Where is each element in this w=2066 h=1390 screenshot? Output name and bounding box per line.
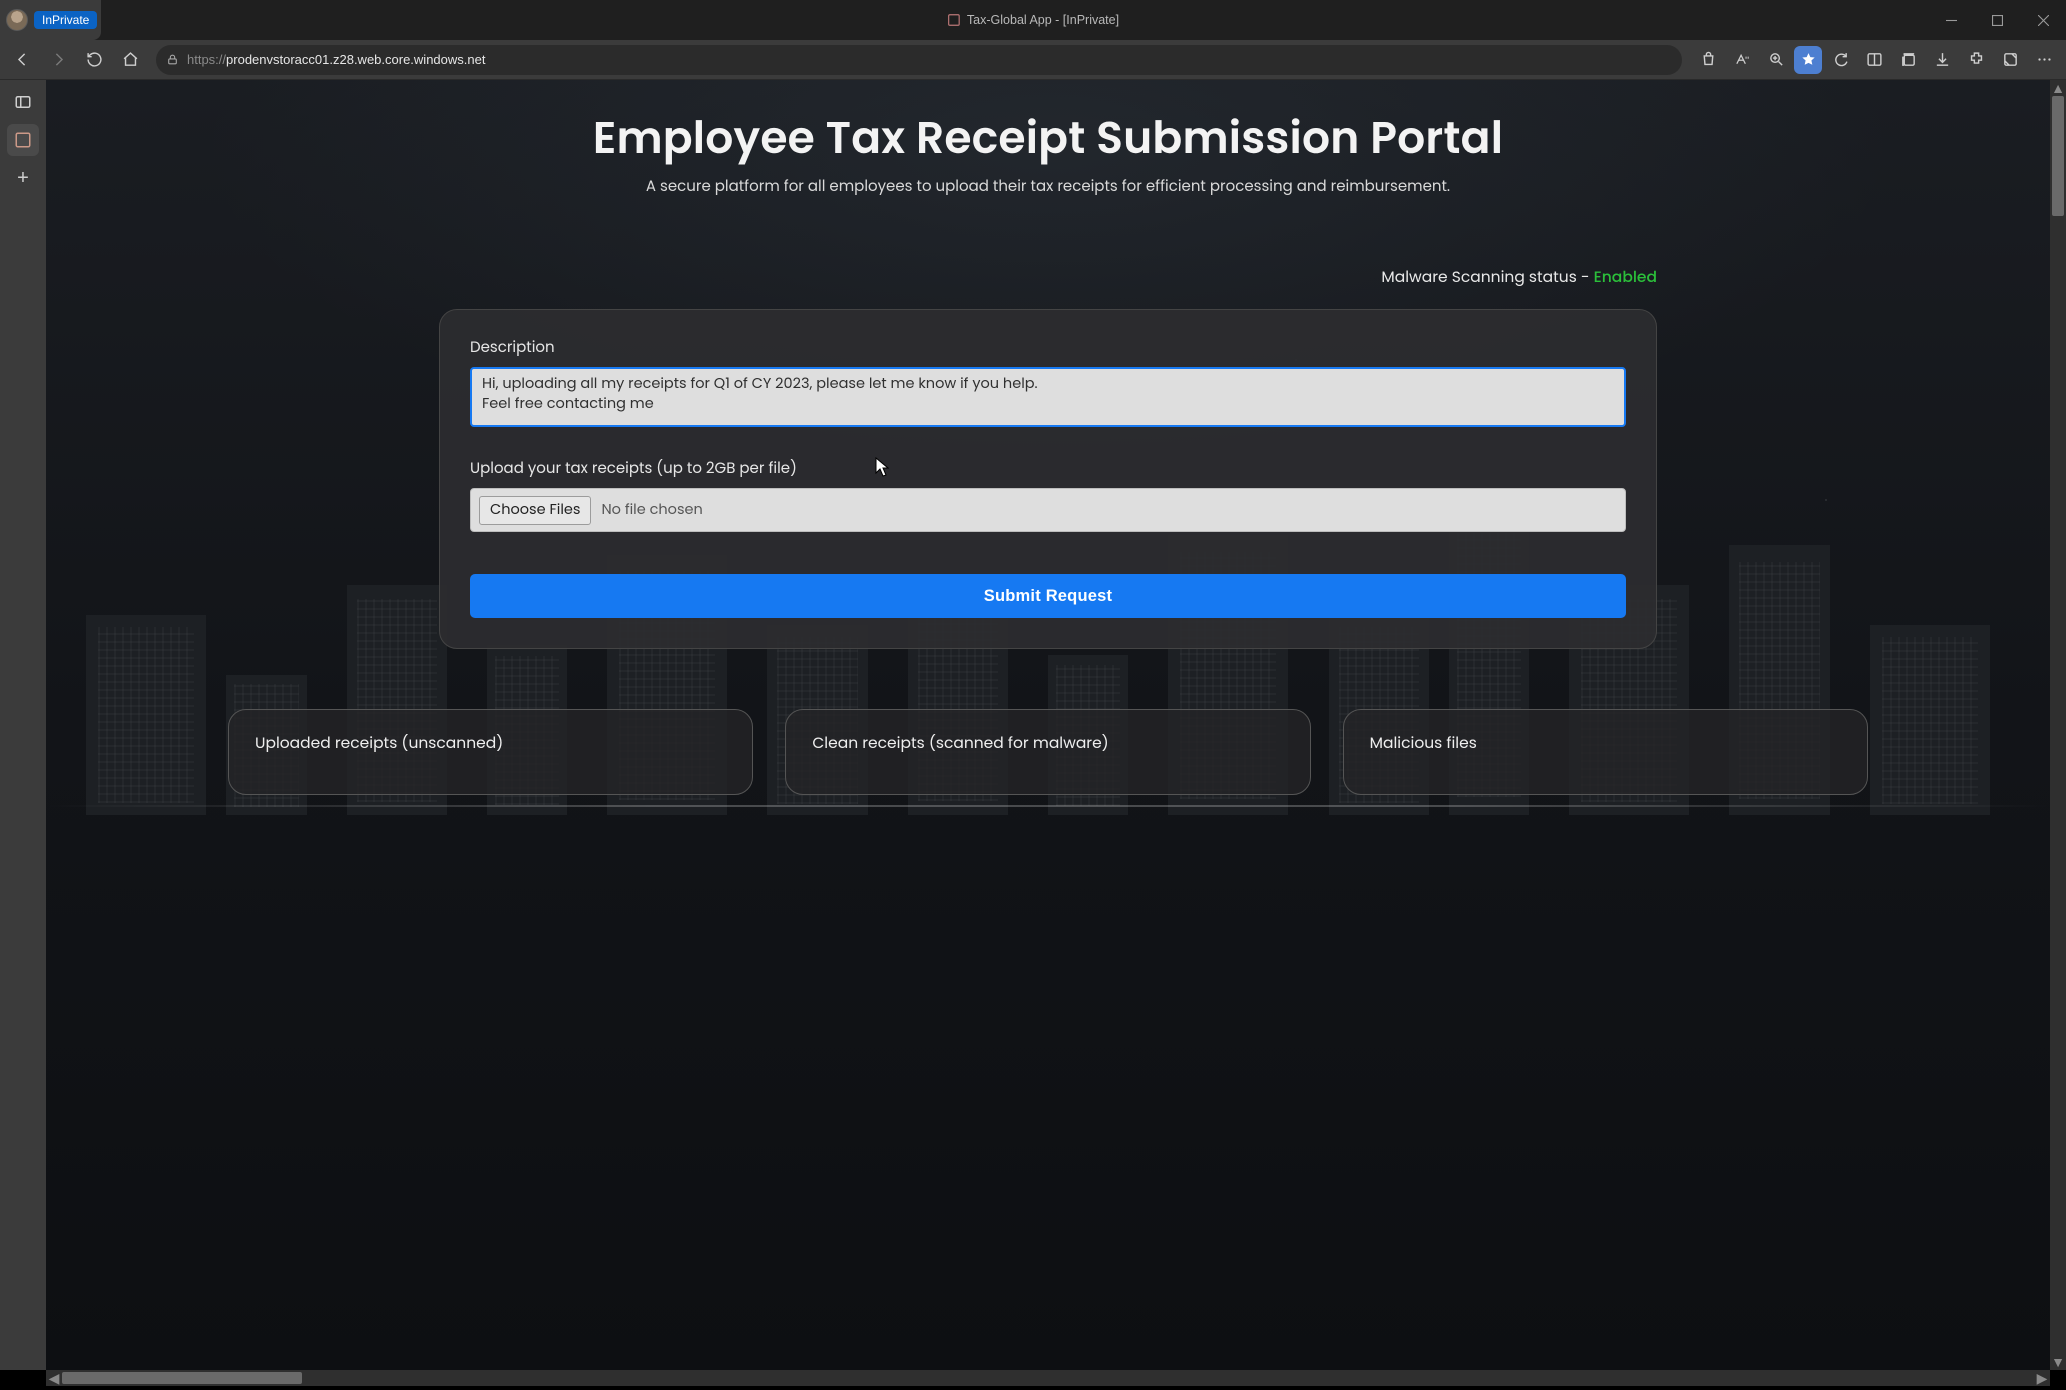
scan-status-value: Enabled [1594, 267, 1657, 288]
file-status-text: No file chosen [601, 500, 702, 521]
page-title: Employee Tax Receipt Submission Portal [593, 106, 1503, 171]
scan-status-line: Malware Scanning status - Enabled [439, 266, 1657, 289]
close-button[interactable] [2020, 0, 2066, 40]
submission-card: Description Upload your tax receipts (up… [439, 309, 1657, 649]
profile-cluster: InPrivate [0, 0, 101, 40]
choose-files-button[interactable]: Choose Files [479, 496, 591, 525]
page-subtitle: A secure platform for all employees to u… [646, 175, 1450, 198]
horizontal-scrollbar[interactable]: ◀ ▶ [46, 1370, 2050, 1386]
vertical-tab-active[interactable] [7, 124, 39, 156]
back-button[interactable] [6, 44, 38, 76]
downloads-icon[interactable] [1926, 44, 1958, 76]
window-controls [1928, 0, 2066, 40]
extensions-icon[interactable] [1960, 44, 1992, 76]
panel-clean: Clean receipts (scanned for malware) [785, 709, 1310, 795]
submit-button[interactable]: Submit Request [470, 574, 1626, 618]
minimize-button[interactable] [1928, 0, 1974, 40]
panel-malicious: Malicious files [1343, 709, 1868, 795]
forward-button[interactable] [42, 44, 74, 76]
file-input[interactable]: Choose Files No file chosen [470, 488, 1626, 532]
horizontal-scroll-thumb[interactable] [62, 1372, 302, 1384]
shopping-icon[interactable] [1692, 44, 1724, 76]
description-input[interactable] [470, 367, 1626, 427]
panel-uploaded: Uploaded receipts (unscanned) [228, 709, 753, 795]
tab-favicon-icon [947, 13, 961, 27]
vertical-scrollbar[interactable]: ▲ ▼ [2050, 80, 2066, 1370]
scroll-up-icon[interactable]: ▲ [2050, 80, 2066, 96]
upload-label: Upload your tax receipts (up to 2GB per … [470, 457, 1626, 480]
collections-icon[interactable] [1892, 44, 1924, 76]
new-tab-button[interactable]: + [7, 162, 39, 194]
refresh-button[interactable] [78, 44, 110, 76]
results-panels: Uploaded receipts (unscanned) Clean rece… [228, 709, 1868, 795]
active-tab[interactable]: Tax-Global App - [InPrivate] [947, 0, 1119, 40]
page-viewport: Employee Tax Receipt Submission Portal A… [46, 80, 2050, 1370]
vertical-scroll-thumb[interactable] [2052, 96, 2064, 216]
zoom-icon[interactable] [1760, 44, 1792, 76]
read-aloud-icon[interactable] [1726, 44, 1758, 76]
scroll-left-icon[interactable]: ◀ [46, 1370, 62, 1386]
inprivate-badge: InPrivate [34, 11, 97, 29]
url-text: https://prodenvstoracc01.z28.web.core.wi… [187, 52, 485, 67]
address-bar[interactable]: https://prodenvstoracc01.z28.web.core.wi… [156, 45, 1682, 75]
vertical-tab-strip: + [0, 80, 46, 1370]
profile-avatar[interactable] [6, 9, 28, 31]
panel-clean-title: Clean receipts (scanned for malware) [812, 732, 1283, 755]
tab-title: Tax-Global App - [InPrivate] [967, 13, 1119, 27]
sync-icon[interactable] [1824, 44, 1856, 76]
home-button[interactable] [114, 44, 146, 76]
settings-more-icon[interactable] [2028, 44, 2060, 76]
titlebar: InPrivate Tax-Global App - [InPrivate] [0, 0, 2066, 40]
scan-status-label: Malware Scanning status - [1381, 267, 1593, 288]
app-launch-icon[interactable] [1994, 44, 2026, 76]
description-label: Description [470, 336, 1626, 359]
tab-actions-button[interactable] [7, 86, 39, 118]
lock-icon [166, 53, 179, 66]
scroll-right-icon[interactable]: ▶ [2034, 1370, 2050, 1386]
page-content: Employee Tax Receipt Submission Portal A… [46, 80, 2050, 1370]
panel-uploaded-title: Uploaded receipts (unscanned) [255, 732, 726, 755]
maximize-button[interactable] [1974, 0, 2020, 40]
scroll-down-icon[interactable]: ▼ [2050, 1354, 2066, 1370]
favorite-star-icon[interactable] [1794, 46, 1822, 74]
split-screen-icon[interactable] [1858, 44, 1890, 76]
panel-malicious-title: Malicious files [1370, 732, 1841, 755]
browser-toolbar: https://prodenvstoracc01.z28.web.core.wi… [0, 40, 2066, 80]
